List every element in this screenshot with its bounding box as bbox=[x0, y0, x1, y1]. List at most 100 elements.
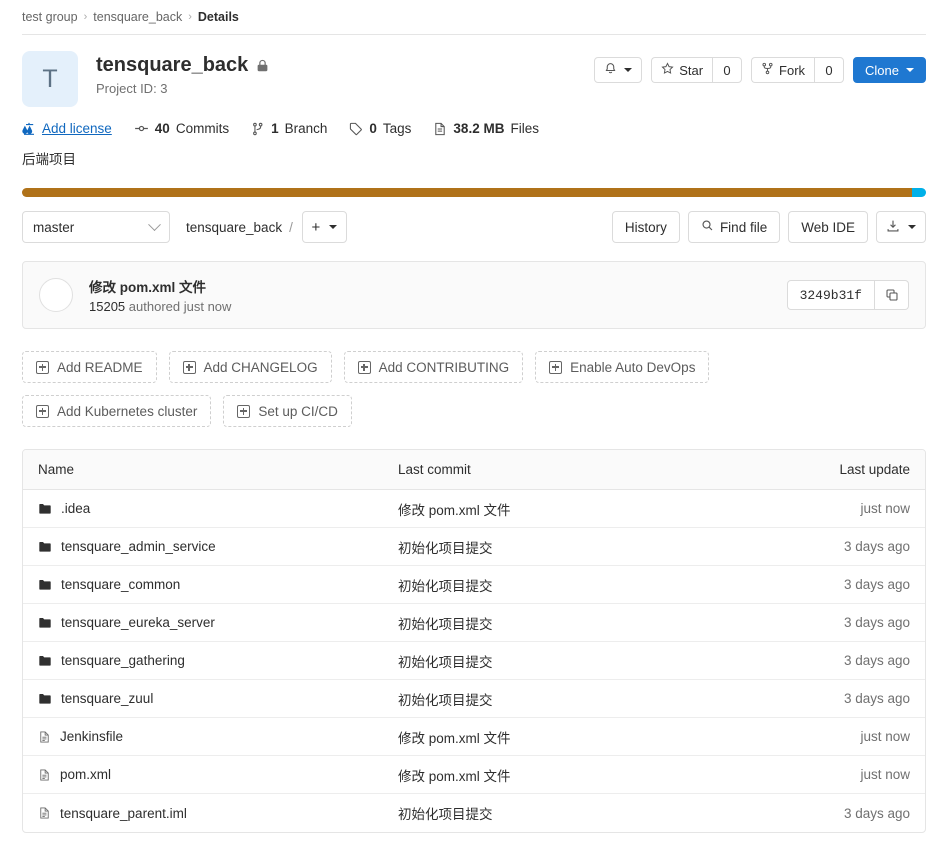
chevron-down-icon bbox=[624, 68, 633, 72]
page-title: tensquare_back bbox=[96, 53, 594, 78]
files-label: Files bbox=[510, 121, 539, 136]
project-id-label: Project ID: 3 bbox=[96, 81, 168, 96]
file-last-update: 3 days ago bbox=[843, 577, 910, 592]
table-row[interactable]: .idea 修改 pom.xml 文件 just now bbox=[23, 490, 925, 528]
commit-author[interactable]: 15205 bbox=[89, 299, 125, 314]
file-last-commit[interactable]: 初始化项目提交 bbox=[398, 613, 775, 633]
notification-dropdown-button[interactable] bbox=[594, 57, 643, 83]
table-row[interactable]: tensquare_zuul 初始化项目提交 3 days ago bbox=[23, 680, 925, 718]
table-row[interactable]: tensquare_parent.iml 初始化项目提交 3 days ago bbox=[23, 794, 925, 832]
file-last-commit[interactable]: 修改 pom.xml 文件 bbox=[398, 727, 775, 747]
file-name-link[interactable]: tensquare_common bbox=[61, 577, 180, 592]
file-last-commit[interactable]: 初始化项目提交 bbox=[398, 575, 775, 595]
file-icon bbox=[38, 768, 51, 782]
file-name-link[interactable]: pom.xml bbox=[60, 767, 111, 782]
add-to-tree-button[interactable]: + bbox=[301, 211, 347, 243]
file-icon bbox=[38, 730, 51, 744]
file-name-link[interactable]: Jenkinsfile bbox=[60, 729, 123, 744]
fork-button[interactable]: Fork bbox=[751, 57, 815, 83]
fork-label: Fork bbox=[779, 62, 806, 78]
fork-count[interactable]: 0 bbox=[814, 57, 845, 83]
column-header-last-commit: Last commit bbox=[398, 462, 471, 477]
file-name-link[interactable]: tensquare_parent.iml bbox=[60, 806, 187, 821]
file-name-link[interactable]: tensquare_admin_service bbox=[61, 539, 216, 554]
file-icon bbox=[38, 806, 51, 820]
fork-icon bbox=[761, 62, 774, 78]
add-kubernetes-cluster-button[interactable]: Add Kubernetes cluster bbox=[22, 395, 212, 427]
add-contributing-button[interactable]: Add CONTRIBUTING bbox=[343, 351, 524, 383]
file-name-link[interactable]: .idea bbox=[61, 501, 90, 516]
add-license-label: Add license bbox=[42, 121, 112, 136]
commit-sha[interactable]: 3249b31f bbox=[786, 280, 875, 310]
add-readme-button[interactable]: Add README bbox=[22, 351, 157, 383]
star-button[interactable]: Star bbox=[651, 57, 713, 83]
file-last-commit[interactable]: 修改 pom.xml 文件 bbox=[398, 499, 775, 519]
clone-button[interactable]: Clone bbox=[853, 57, 926, 83]
breadcrumb-group[interactable]: test group bbox=[22, 10, 78, 24]
file-last-update: 3 days ago bbox=[843, 615, 910, 630]
star-count[interactable]: 0 bbox=[712, 57, 743, 83]
stat-branches[interactable]: 1 Branch bbox=[251, 121, 327, 136]
copy-icon[interactable] bbox=[875, 280, 909, 310]
commits-count: 40 bbox=[154, 121, 170, 136]
language-segment-other bbox=[912, 188, 926, 197]
file-last-commit[interactable]: 初始化项目提交 bbox=[398, 651, 775, 671]
add-contributing-label: Add CONTRIBUTING bbox=[378, 359, 510, 375]
find-file-label: Find file bbox=[719, 219, 768, 235]
file-last-commit[interactable]: 修改 pom.xml 文件 bbox=[398, 765, 775, 785]
tags-label: Tags bbox=[382, 121, 412, 136]
star-button-group: Star 0 bbox=[651, 57, 743, 83]
file-name-link[interactable]: tensquare_zuul bbox=[61, 691, 153, 706]
file-name-cell: .idea bbox=[23, 501, 398, 516]
file-name-link[interactable]: tensquare_gathering bbox=[61, 653, 185, 668]
add-readme-label: Add README bbox=[57, 359, 143, 375]
file-name-cell: tensquare_eureka_server bbox=[23, 615, 398, 630]
commit-icon bbox=[134, 121, 149, 136]
add-changelog-button[interactable]: Add CHANGELOG bbox=[168, 351, 332, 383]
file-name-cell: pom.xml bbox=[23, 767, 398, 782]
commit-message[interactable]: 修改 pom.xml 文件 bbox=[89, 276, 231, 296]
stat-tags[interactable]: 0 Tags bbox=[349, 121, 411, 136]
chevron-down-icon bbox=[329, 225, 338, 229]
stat-files[interactable]: 38.2 MB Files bbox=[433, 121, 539, 136]
files-icon bbox=[433, 122, 447, 136]
file-name-link[interactable]: tensquare_eureka_server bbox=[61, 615, 215, 630]
last-commit-box: 修改 pom.xml 文件 15205 authored just now 32… bbox=[22, 261, 926, 329]
project-avatar: T bbox=[22, 51, 78, 107]
plus-square-icon bbox=[549, 360, 563, 374]
file-last-commit[interactable]: 初始化项目提交 bbox=[398, 803, 775, 823]
enable-auto-devops-label: Enable Auto DevOps bbox=[570, 359, 696, 375]
find-file-button[interactable]: Find file bbox=[687, 211, 781, 243]
stat-commits[interactable]: 40 Commits bbox=[134, 121, 229, 136]
table-row[interactable]: tensquare_common 初始化项目提交 3 days ago bbox=[23, 566, 925, 604]
branch-selector[interactable]: master bbox=[22, 211, 170, 243]
avatar bbox=[39, 278, 73, 312]
file-last-commit[interactable]: 初始化项目提交 bbox=[398, 537, 775, 557]
add-license-link[interactable]: Add license bbox=[22, 121, 112, 136]
breadcrumb-project[interactable]: tensquare_back bbox=[93, 10, 182, 24]
path-root-link[interactable]: tensquare_back bbox=[186, 220, 282, 235]
file-last-commit[interactable]: 初始化项目提交 bbox=[398, 689, 775, 709]
set-up-cicd-button[interactable]: Set up CI/CD bbox=[223, 395, 352, 427]
commit-authored-text: authored bbox=[128, 299, 181, 314]
project-meta: tensquare_back Project ID: 3 bbox=[96, 51, 594, 96]
table-row[interactable]: pom.xml 修改 pom.xml 文件 just now bbox=[23, 756, 925, 794]
commit-author-line: 15205 authored just now bbox=[89, 299, 231, 314]
web-ide-label: Web IDE bbox=[801, 219, 855, 235]
plus-square-icon bbox=[182, 360, 196, 374]
history-button[interactable]: History bbox=[611, 211, 680, 243]
web-ide-button[interactable]: Web IDE bbox=[788, 211, 868, 243]
download-dropdown-button[interactable] bbox=[876, 211, 926, 243]
project-header: T tensquare_back Project ID: 3 Star 0 Fo… bbox=[0, 35, 948, 107]
file-tree-table: Name Last commit Last update .idea 修改 pom… bbox=[22, 449, 926, 833]
table-row[interactable]: tensquare_gathering 初始化项目提交 3 days ago bbox=[23, 642, 925, 680]
table-row[interactable]: tensquare_eureka_server 初始化项目提交 3 days ago bbox=[23, 604, 925, 642]
table-row[interactable]: Jenkinsfile 修改 pom.xml 文件 just now bbox=[23, 718, 925, 756]
enable-auto-devops-button[interactable]: Enable Auto DevOps bbox=[535, 351, 710, 383]
star-icon bbox=[661, 62, 674, 78]
search-icon bbox=[701, 219, 714, 235]
project-header-actions: Star 0 Fork 0 Clone bbox=[594, 51, 926, 83]
folder-icon bbox=[38, 502, 52, 516]
download-icon bbox=[886, 219, 900, 236]
table-row[interactable]: tensquare_admin_service 初始化项目提交 3 days ago bbox=[23, 528, 925, 566]
